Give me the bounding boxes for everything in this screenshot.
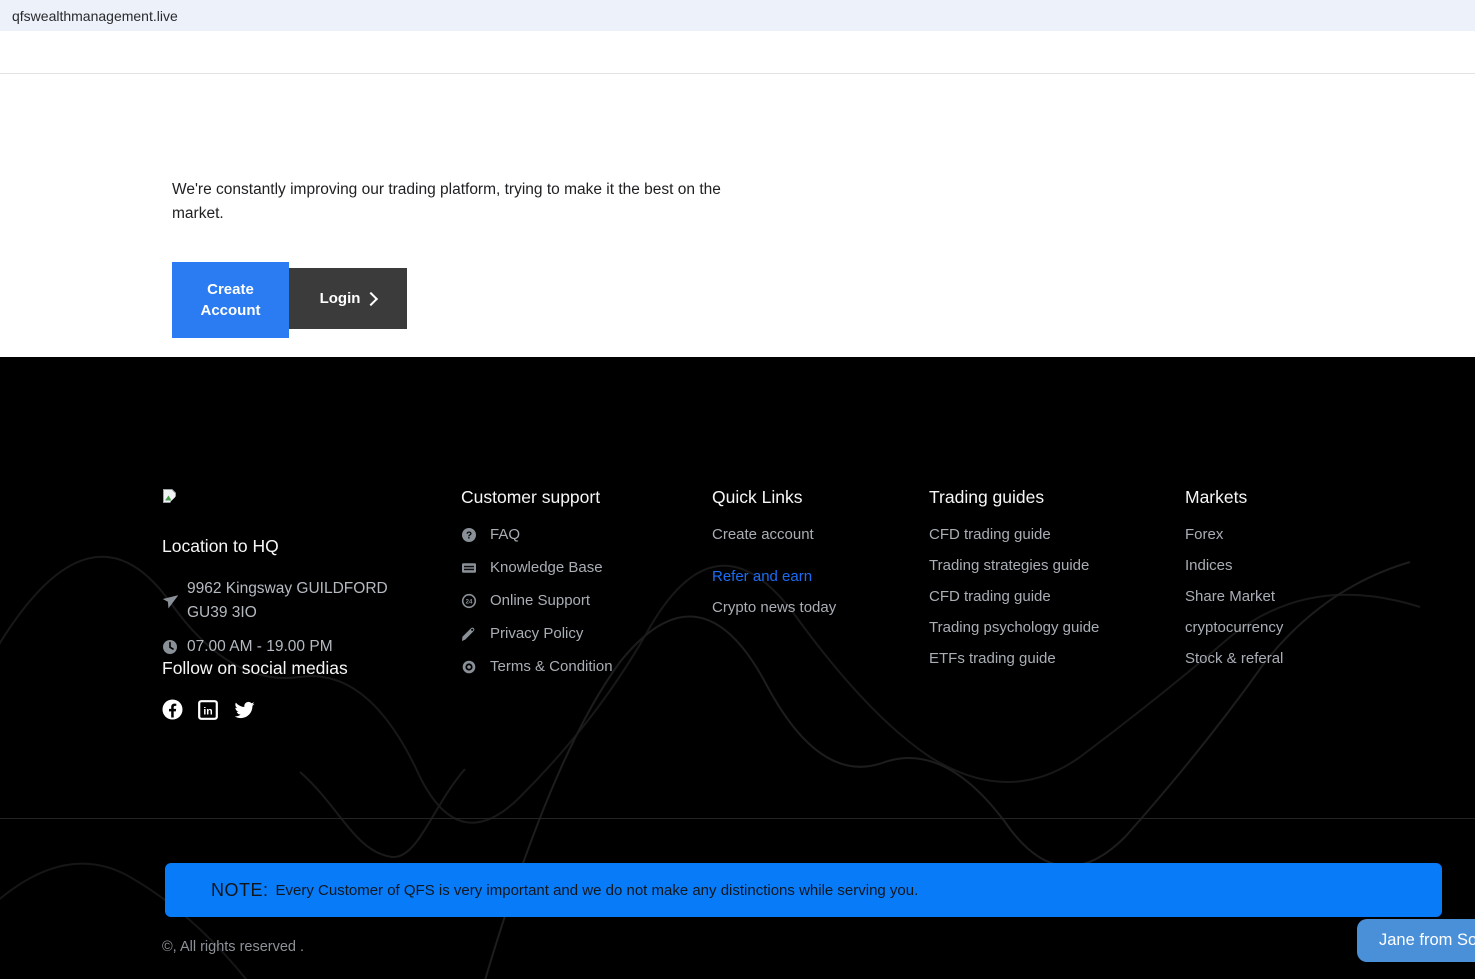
browser-address-bar[interactable]: qfswealthmanagement.live — [0, 0, 1475, 31]
copyright-text: ©, All rights reserved . — [162, 939, 305, 955]
hero-section: We're constantly improving our trading p… — [0, 74, 1475, 357]
linkedin-icon[interactable]: in — [198, 699, 218, 720]
footer-link[interactable]: CFD trading guide — [929, 589, 1159, 605]
footer-link[interactable]: Online Support — [490, 593, 590, 609]
footer-link[interactable]: FAQ — [490, 527, 520, 543]
hero-paragraph: We're constantly improving our trading p… — [172, 181, 721, 222]
note-prefix: NOTE: — [211, 879, 269, 900]
social-heading: Follow on social medias — [162, 658, 348, 678]
footer-divider — [0, 818, 1475, 819]
chat-widget[interactable]: Jane from Sou — [1357, 919, 1475, 962]
footer-link[interactable]: Stock & referal — [1185, 651, 1385, 667]
hours-text: 07.00 AM - 19.00 PM — [187, 638, 333, 655]
footer-link[interactable]: Privacy Policy — [490, 626, 583, 642]
footer-quicklinks-column: Quick Links Create account Refer and ear… — [712, 488, 912, 631]
footer-link-row[interactable]: Privacy Policy — [461, 626, 691, 642]
footer: Location to HQ 9962 Kingsway GUILDFORD G… — [0, 357, 1475, 979]
footer-link[interactable]: Share Market — [1185, 589, 1385, 605]
chevron-right-icon — [364, 291, 379, 307]
hours-row: 07.00 AM - 19.00 PM — [162, 635, 462, 659]
footer-markets-column: Markets Forex Indices Share Market crypt… — [1185, 488, 1385, 682]
location-heading: Location to HQ — [162, 536, 279, 556]
footer-link[interactable]: Terms & Condition — [490, 659, 613, 675]
broken-image-icon — [163, 489, 178, 504]
question-circle-icon: ? — [462, 528, 476, 542]
footer-link[interactable]: Forex — [1185, 527, 1385, 543]
footer-link-row[interactable]: ? FAQ — [461, 527, 691, 543]
create-account-button[interactable]: Create Account — [172, 262, 289, 338]
knowledge-base-icon — [462, 563, 476, 573]
column-heading: Markets — [1185, 487, 1248, 507]
svg-text:24: 24 — [466, 599, 473, 605]
column-heading: Trading guides — [929, 487, 1045, 507]
clock-icon — [163, 640, 177, 654]
target-icon — [462, 660, 476, 674]
footer-link-row[interactable]: Terms & Condition — [461, 659, 691, 675]
navigation-arrow-icon — [162, 595, 178, 609]
footer-link-row[interactable]: Knowledge Base — [461, 560, 691, 576]
footer-link[interactable]: Create account — [712, 527, 912, 543]
footer-link[interactable]: Trading strategies guide — [929, 558, 1159, 574]
column-heading: Quick Links — [712, 487, 803, 507]
footer-link[interactable]: CFD trading guide — [929, 527, 1159, 543]
pen-icon — [462, 627, 475, 641]
note-banner: NOTE: Every Customer of QFS is very impo… — [165, 863, 1442, 917]
footer-guides-column: Trading guides CFD trading guide Trading… — [929, 488, 1159, 682]
footer-link[interactable]: Crypto news today — [712, 600, 912, 616]
twitter-icon[interactable] — [233, 700, 256, 720]
footer-support-column: Customer support ? FAQ Knowledge Base 24… — [461, 488, 691, 692]
online-support-icon: 24 — [461, 593, 477, 609]
footer-link[interactable]: cryptocurrency — [1185, 620, 1385, 636]
login-label: Login — [319, 290, 361, 307]
address-row: 9962 Kingsway GUILDFORD GU39 3IO — [162, 577, 462, 625]
footer-link[interactable]: ETFs trading guide — [929, 651, 1159, 667]
facebook-icon[interactable] — [162, 699, 183, 720]
top-navbar — [0, 31, 1475, 74]
footer-link[interactable]: Indices — [1185, 558, 1385, 574]
note-text: Every Customer of QFS is very important … — [275, 881, 919, 899]
footer-link-row[interactable]: 24 Online Support — [461, 593, 691, 609]
footer-link[interactable]: Trading psychology guide — [929, 620, 1159, 636]
column-heading: Customer support — [461, 487, 601, 507]
footer-link[interactable]: Knowledge Base — [490, 560, 603, 576]
address-text: 9962 Kingsway GUILDFORD GU39 3IO — [187, 580, 388, 621]
footer-location-column: Location to HQ 9962 Kingsway GUILDFORD G… — [162, 488, 462, 720]
chat-agent-label: Jane from Sou — [1379, 931, 1475, 949]
url-text: qfswealthmanagement.live — [12, 7, 178, 24]
login-button[interactable]: Login — [289, 268, 407, 329]
social-icons-row: in — [162, 699, 462, 720]
footer-link-refer-and-earn[interactable]: Refer and earn — [712, 569, 912, 585]
svg-text:in: in — [203, 705, 212, 717]
svg-text:?: ? — [466, 531, 472, 542]
